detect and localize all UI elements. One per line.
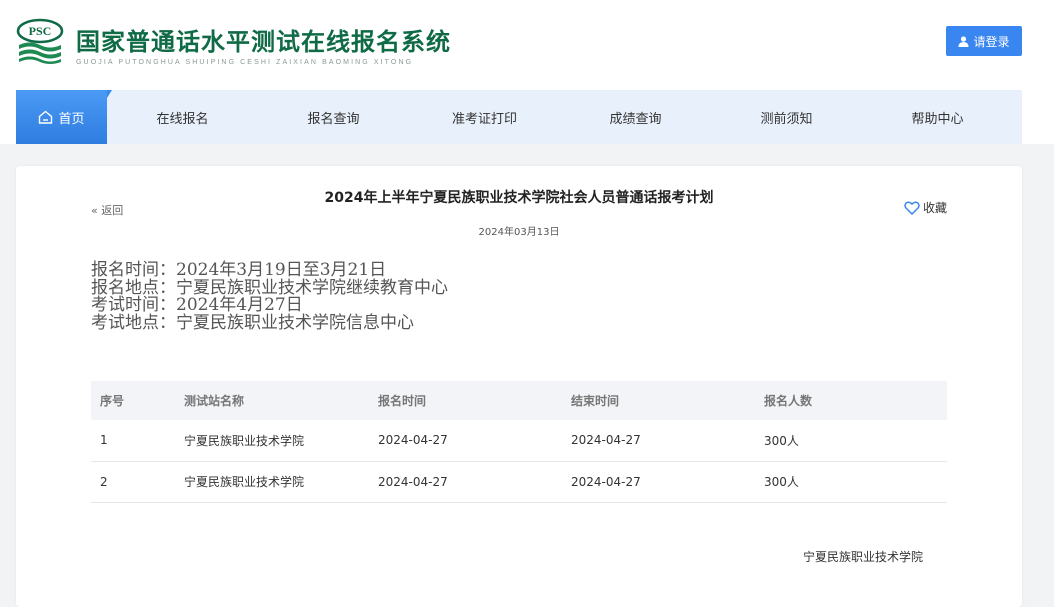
article-date: 2024年03月13日 xyxy=(478,227,560,238)
favorite-button[interactable]: 收藏 xyxy=(904,199,947,216)
column-header: 报名人数 xyxy=(755,381,947,420)
nav-item-help-center[interactable]: 帮助中心 xyxy=(862,90,1013,144)
table-cell: 2024-04-27 xyxy=(369,420,562,462)
login-button[interactable]: 请登录 xyxy=(946,26,1022,56)
article-card: « 返回 2024年上半年宁夏民族职业技术学院社会人员普通话报考计划 2024年… xyxy=(16,166,1022,607)
nav-label-home: 首页 xyxy=(58,111,85,127)
column-header: 结束时间 xyxy=(562,381,755,420)
logo-text: PSC xyxy=(29,24,52,38)
article-title: 2024年上半年宁夏民族职业技术学院社会人员普通话报考计划 xyxy=(324,190,714,206)
table-cell: 2024-04-27 xyxy=(369,461,562,503)
nav-label: 帮助中心 xyxy=(911,111,964,127)
nav-item-home[interactable]: 首页 xyxy=(16,90,112,144)
nav-item-score-query[interactable]: 成绩查询 xyxy=(560,90,711,144)
psc-logo: PSC xyxy=(16,18,64,64)
nav-label: 成绩查询 xyxy=(609,111,662,127)
table-cell: 1 xyxy=(91,420,175,462)
article-signature: 宁夏民族职业技术学院 xyxy=(803,550,924,564)
table-cell: 2024-04-27 xyxy=(562,461,755,503)
site-branding: 国家普通话水平测试在线报名系统 GUOJIA PUTONGHUA SHUIPIN… xyxy=(76,22,451,66)
table-cell: 300人 xyxy=(755,420,947,462)
nav-item-pre-test-notice[interactable]: 测前须知 xyxy=(711,90,862,144)
info-exam-location: 考试地点：宁夏民族职业技术学院信息中心 xyxy=(91,312,414,333)
site-subtitle: GUOJIA PUTONGHUA SHUIPING CESHI ZAIXIAN … xyxy=(76,59,414,66)
nav-label: 在线报名 xyxy=(156,111,209,127)
table-cell: 300人 xyxy=(755,461,947,503)
table-header-row: 序号 测试站名称 报名时间 结束时间 报名人数 xyxy=(91,381,947,420)
nav-item-registration-query[interactable]: 报名查询 xyxy=(258,90,409,144)
table-cell: 宁夏民族职业技术学院 xyxy=(175,420,369,462)
exam-info: 报名时间：2024年3月19日至3月21日 报名地点：宁夏民族职业技术学院继续教… xyxy=(91,260,448,333)
info-registration-time: 报名时间：2024年3月19日至3月21日 xyxy=(91,260,387,280)
test-station-table: 序号 测试站名称 报名时间 结束时间 报名人数 1 宁夏民族职业技术学院 202… xyxy=(91,381,947,503)
nav-item-admission-ticket[interactable]: 准考证打印 xyxy=(409,90,560,144)
nav-item-online-registration[interactable]: 在线报名 xyxy=(107,90,258,144)
favorite-label: 收藏 xyxy=(923,201,948,215)
info-exam-time: 考试时间：2024年4月27日 xyxy=(91,295,303,315)
main-nav: 首页 在线报名 报名查询 准考证打印 成绩查询 测前须知 帮助中心 xyxy=(16,90,1022,144)
table-row: 2 宁夏民族职业技术学院 2024-04-27 2024-04-27 300人 xyxy=(91,461,947,503)
site-title: 国家普通话水平测试在线报名系统 xyxy=(76,28,451,56)
table-row: 1 宁夏民族职业技术学院 2024-04-27 2024-04-27 300人 xyxy=(91,420,947,462)
user-icon xyxy=(958,35,969,47)
column-header: 测试站名称 xyxy=(175,381,369,420)
column-header: 报名时间 xyxy=(369,381,562,420)
home-icon xyxy=(39,110,53,124)
nav-label: 报名查询 xyxy=(307,111,360,127)
nav-label: 测前须知 xyxy=(760,111,813,127)
header: PSC 国家普通话水平测试在线报名系统 GUOJIA PUTONGHUA SHU… xyxy=(0,0,1054,144)
login-label: 请登录 xyxy=(973,34,1010,49)
table-cell: 2024-04-27 xyxy=(562,420,755,462)
table-cell: 2 xyxy=(91,461,175,503)
nav-label: 准考证打印 xyxy=(451,111,517,127)
table-cell: 宁夏民族职业技术学院 xyxy=(175,461,369,503)
column-header: 序号 xyxy=(91,381,175,420)
heart-icon xyxy=(904,201,920,215)
